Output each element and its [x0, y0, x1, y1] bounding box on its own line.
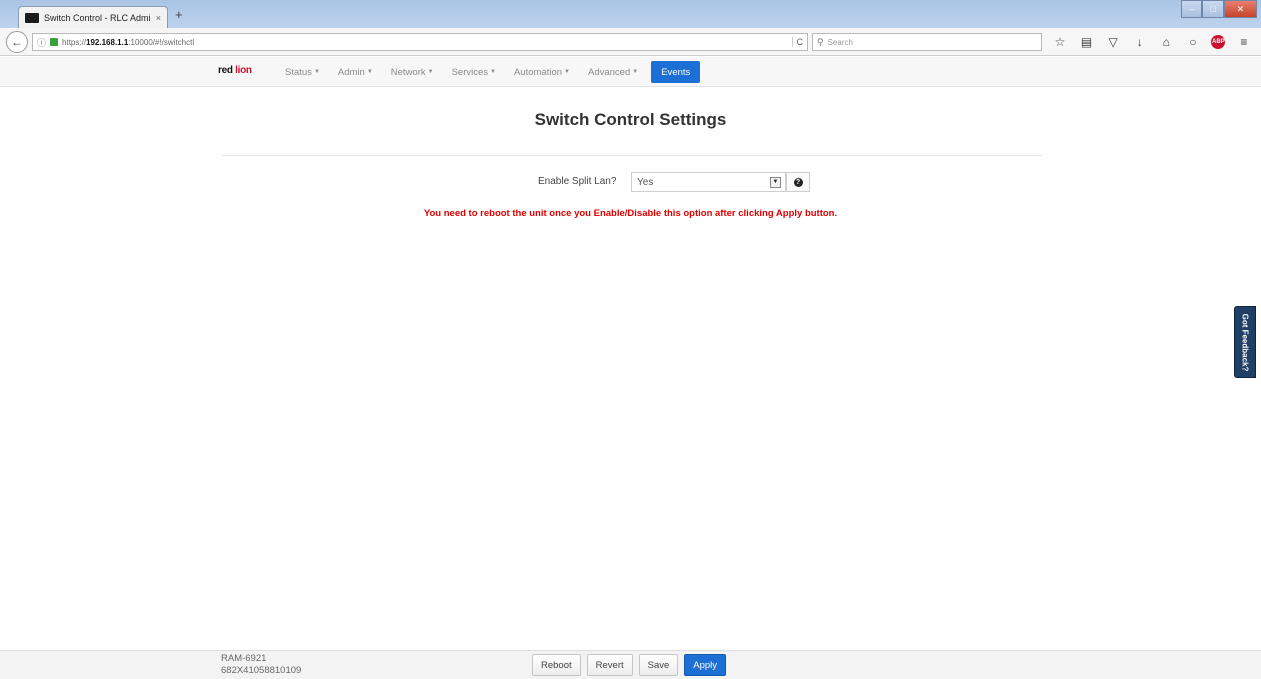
device-serial: 682X41058810109 [221, 665, 302, 676]
help-icon: ? [793, 177, 803, 187]
save-button[interactable]: Save [638, 654, 679, 676]
app-navbar: red lion Status ▼ Admin ▼ Network ▼ Service… [0, 57, 1261, 87]
device-info: RAM-6921 682X41058810109 [221, 653, 301, 677]
reboot-warning: You need to reboot the unit once you Ena… [423, 208, 838, 219]
split-lan-select[interactable]: Yes ▼ [631, 172, 786, 192]
menu-advanced[interactable]: Advanced ▼ [579, 67, 647, 78]
menu-events[interactable]: Events [651, 61, 701, 83]
dropdown-arrow-icon: ▼ [770, 176, 781, 188]
chat-icon[interactable]: ○ [1185, 35, 1201, 49]
browser-titlebar: Switch Control - RLC Admi... × + – □ ✕ [0, 0, 1261, 28]
caret-down-icon: ▼ [490, 69, 496, 75]
footer-bar: RAM-6921 682X41058810109 Reboot Revert S… [0, 650, 1261, 679]
menu-automation[interactable]: Automation ▼ [505, 67, 579, 78]
star-icon[interactable]: ☆ [1052, 35, 1068, 49]
reload-icon[interactable]: C [791, 37, 803, 47]
main-menu: Status ▼ Admin ▼ Network ▼ Services ▼ Automa… [276, 57, 701, 87]
toolbar-icons: ☆ ▤ ▽ ↓ ⌂ ○ ABP ≡ [1052, 33, 1252, 51]
new-tab-button[interactable]: + [175, 8, 183, 22]
feedback-label: Got Feedback? [1240, 313, 1250, 371]
adblock-icon[interactable]: ABP [1211, 35, 1226, 49]
lock-icon [50, 38, 59, 46]
address-bar[interactable]: ⓘ https://192.168.1.1:10000/#!/switchctl… [32, 33, 808, 51]
page-title: Switch Control Settings [534, 110, 727, 129]
split-lan-label: Enable Split Lan? [538, 176, 617, 187]
feedback-tab[interactable]: Got Feedback? [1234, 306, 1256, 378]
info-icon[interactable]: ⓘ [37, 36, 46, 49]
menu-icon[interactable]: ≡ [1236, 35, 1252, 49]
revert-button[interactable]: Revert [586, 654, 633, 676]
caret-down-icon: ▼ [632, 69, 639, 75]
browser-navbar: ← ⓘ https://192.168.1.1:10000/#!/switchc… [0, 28, 1261, 56]
caret-down-icon: ▼ [366, 69, 373, 75]
menu-services[interactable]: Services ▼ [443, 67, 505, 78]
menu-admin[interactable]: Admin ▼ [329, 67, 382, 78]
browser-tab[interactable]: Switch Control - RLC Admi... × [18, 6, 168, 28]
pocket-icon[interactable]: ▽ [1105, 35, 1121, 49]
tab-close-icon[interactable]: × [156, 13, 161, 23]
caret-down-icon: ▼ [427, 69, 434, 75]
search-icon: ⚲ [817, 36, 824, 47]
close-window-icon[interactable]: ✕ [1223, 0, 1257, 18]
caret-down-icon: ▼ [313, 69, 320, 75]
menu-status[interactable]: Status ▼ [276, 67, 329, 78]
help-button[interactable]: ? [786, 172, 810, 192]
tab-title: Switch Control - RLC Admi... [44, 12, 151, 23]
divider [222, 155, 1042, 156]
tab-favicon-icon [25, 12, 39, 23]
maximize-icon[interactable]: □ [1202, 0, 1224, 18]
device-model: RAM-6921 [221, 653, 267, 664]
window-controls: – □ ✕ [1181, 0, 1257, 18]
reader-icon[interactable]: ▤ [1079, 35, 1095, 49]
apply-button[interactable]: Apply [684, 654, 727, 676]
home-icon[interactable]: ⌂ [1158, 35, 1174, 49]
search-input[interactable]: ⚲ Search [812, 33, 1042, 51]
caret-down-icon: ▼ [564, 69, 570, 75]
minimize-icon[interactable]: – [1181, 0, 1203, 18]
menu-network[interactable]: Network ▼ [382, 67, 443, 78]
redlion-logo[interactable]: red lion [218, 65, 252, 76]
split-lan-value: Yes [637, 176, 654, 188]
footer-buttons: Reboot Revert Save Apply [532, 654, 727, 676]
download-icon[interactable]: ↓ [1132, 35, 1148, 49]
url-text: https://192.168.1.1:10000/#!/switchctl [62, 37, 195, 47]
search-placeholder: Search [827, 37, 853, 47]
reboot-button[interactable]: Reboot [532, 654, 581, 676]
back-arrow-icon[interactable]: ← [6, 31, 28, 53]
